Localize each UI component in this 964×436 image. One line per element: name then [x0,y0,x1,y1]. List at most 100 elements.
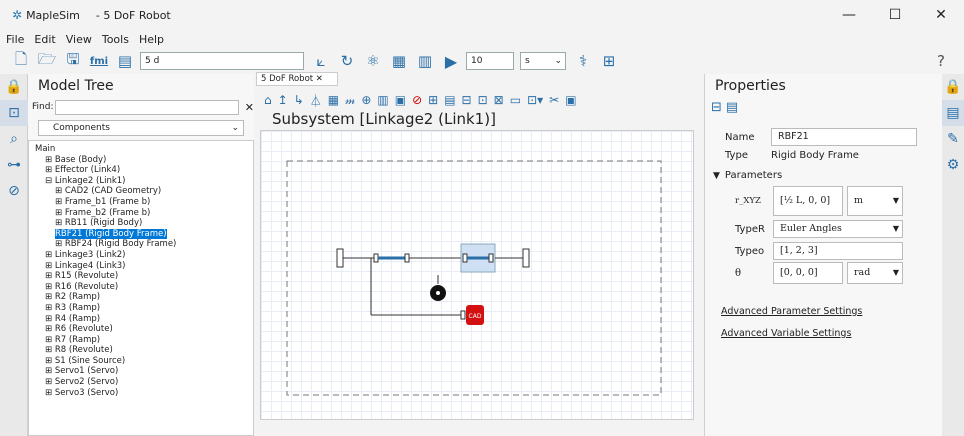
grid-icon[interactable]: ▦ [328,93,339,107]
grid-table-icon[interactable]: ▦ [388,50,410,72]
model-icon[interactable]: ⊠ [494,93,504,107]
tree-item[interactable]: ⊞ R4 (Ramp) [29,314,253,325]
plot-icon[interactable]: ⟀ [310,50,332,72]
rxyz-field[interactable]: [½ L, 0, 0] [773,186,843,216]
minimize-button[interactable]: — [826,0,872,30]
tree-item[interactable]: ⊞ CAD2 (CAD Geometry) [29,186,253,197]
tree-item[interactable]: ⊞ R16 (Revolute) [29,282,253,293]
diagnostics-icon[interactable]: ⚕ [572,50,594,72]
save-icon[interactable]: 🖫 [62,50,84,72]
list-view-icon[interactable]: ▤ [726,100,738,115]
zoom-dropdown-icon[interactable]: ⊡▾ [527,93,543,107]
theta-unit-select[interactable]: rad ▼ [847,262,903,284]
menu-help[interactable]: Help [139,33,164,46]
clear-find-icon[interactable]: ✕ [245,101,254,114]
menu-edit[interactable]: Edit [34,33,55,46]
open-folder-icon[interactable]: 🗁 [36,50,58,72]
theta-field[interactable]: [0, 0, 0] [773,262,843,284]
scissors-icon[interactable]: ✂ [549,93,559,107]
tree-item[interactable]: ⊞ Linkage4 (Link3) [29,261,253,272]
refresh-icon[interactable]: ↻ [336,50,358,72]
lock-icon[interactable]: 🔒 [0,74,28,100]
search-icon[interactable]: ⌕ [0,126,28,152]
run-simulation-icon[interactable]: ▶ [440,50,462,72]
tree-item[interactable]: ⊞ Servo3 (Servo) [29,388,253,399]
rbf-right-port[interactable] [404,253,410,263]
advanced-variable-settings-link[interactable]: Advanced Variable Settings [721,328,851,339]
rbf-left-port[interactable] [373,253,379,263]
port-frame-b1[interactable] [336,248,344,268]
find-input[interactable] [55,99,239,115]
tree-item[interactable]: ⊞ R15 (Revolute) [29,271,253,282]
home-icon[interactable]: ⌂ [264,93,272,107]
tree-item[interactable]: RBF21 (Rigid Body Frame) [29,228,253,240]
rigid-body-center-icon [436,291,440,295]
tree-item[interactable]: ⊟ Linkage2 (Link1) [29,176,253,187]
close-button[interactable]: ✕ [918,0,964,30]
tree-item[interactable]: ⊞ Servo1 (Servo) [29,366,253,377]
tab-5-dof-robot[interactable]: 5 DoF Robot ✕ [256,72,338,86]
block-icon[interactable]: ⊡ [478,93,488,107]
new-file-icon[interactable]: 🗋 [10,50,32,72]
parameter-icon[interactable]: 𝓂 [345,93,355,108]
help-icon[interactable]: ? [930,50,952,72]
tree-item[interactable]: ⊞ Frame_b2 (Frame b) [29,208,253,219]
tree-item[interactable]: ⊞ R6 (Revolute) [29,324,253,335]
attachment-icon[interactable]: ⊘ [0,178,28,204]
tree-item[interactable]: ⊞ RB11 (Rigid Body) [29,218,253,229]
back-icon[interactable]: ↳ [294,93,304,107]
name-field[interactable]: RBF21 [771,128,917,146]
document-icon[interactable]: ▤ [114,50,136,72]
filter-select[interactable]: Components ⌄ [38,120,244,136]
up-level-icon[interactable]: ↥ [278,93,288,107]
tree-item[interactable]: ⊞ Linkage3 (Link2) [29,250,253,261]
settings-icon[interactable]: ⚙ [942,152,964,178]
typeo-field[interactable]: [1, 2, 3] [773,242,903,260]
subsystem-icon[interactable]: ⊞ [428,93,438,107]
disable-icon[interactable]: ⊘ [412,93,422,107]
collapse-icon[interactable]: ⊟ [711,100,722,115]
components-icon[interactable]: ⚛ [362,50,384,72]
library-icon[interactable]: ▥ [414,50,436,72]
simulation-time-input[interactable]: 10 [466,52,514,70]
rxyz-unit-select[interactable]: m ▼ [847,186,903,216]
tree-item[interactable]: ⊞ R2 (Ramp) [29,292,253,303]
table-icon[interactable]: ▥ [377,93,388,107]
menu-view[interactable]: View [66,33,92,46]
tree-item[interactable]: Main [29,144,253,155]
frame-icon[interactable]: ▣ [395,93,406,107]
align-icon[interactable]: ⏃ [310,92,322,109]
tree-item[interactable]: ⊞ R3 (Ramp) [29,303,253,314]
lock-icon[interactable]: 🔒 [942,74,964,100]
tree-item[interactable]: ⊞ R7 (Ramp) [29,335,253,346]
model-canvas[interactable]: CAD [260,130,694,420]
maximize-button[interactable]: ☐ [872,0,918,30]
time-unit-select[interactable]: s ⌄ [520,52,566,70]
menu-tools[interactable]: Tools [102,33,129,46]
model-tree-icon[interactable]: ⊡ [0,100,28,126]
tree-item[interactable]: ⊞ RBF24 (Rigid Body Frame) [29,239,253,250]
tree-item[interactable]: ⊞ Servo2 (Servo) [29,377,253,388]
port-frame-b2[interactable] [522,248,530,268]
search-input[interactable]: 5 d [140,52,304,70]
view-icon[interactable]: ▭ [510,93,521,107]
typeR-select[interactable]: Euler Angles ▼ [773,220,903,238]
monitor-icon[interactable]: ▣ [565,93,576,107]
parameters-header[interactable]: ▼ Parameters [713,170,782,181]
layout-icon[interactable]: ▤ [444,93,455,107]
advanced-parameter-settings-link[interactable]: Advanced Parameter Settings [721,306,862,317]
connector-icon[interactable]: ⊟ [462,93,472,107]
tree-item[interactable]: ⊞ R8 (Revolute) [29,345,253,356]
tree-item[interactable]: ⊞ S1 (Sine Source) [29,356,253,367]
add-attachment-icon[interactable]: ⊞ [598,50,620,72]
properties-icon[interactable]: ▤ [942,100,964,126]
menu-file[interactable]: File [6,33,24,46]
tree-item[interactable]: ⊞ Effector (Link4) [29,165,253,176]
fmi-export-icon[interactable]: fmi [88,50,110,72]
tree-item[interactable]: ⊞ Frame_b1 (Frame b) [29,197,253,208]
tree-item[interactable]: ⊞ Base (Body) [29,155,253,166]
wrench-icon[interactable]: ✎ [942,126,964,152]
cad-label: CAD [469,313,482,320]
hierarchy-icon[interactable]: ⊶ [0,152,28,178]
add-probe-icon[interactable]: ⊕ [361,93,371,107]
